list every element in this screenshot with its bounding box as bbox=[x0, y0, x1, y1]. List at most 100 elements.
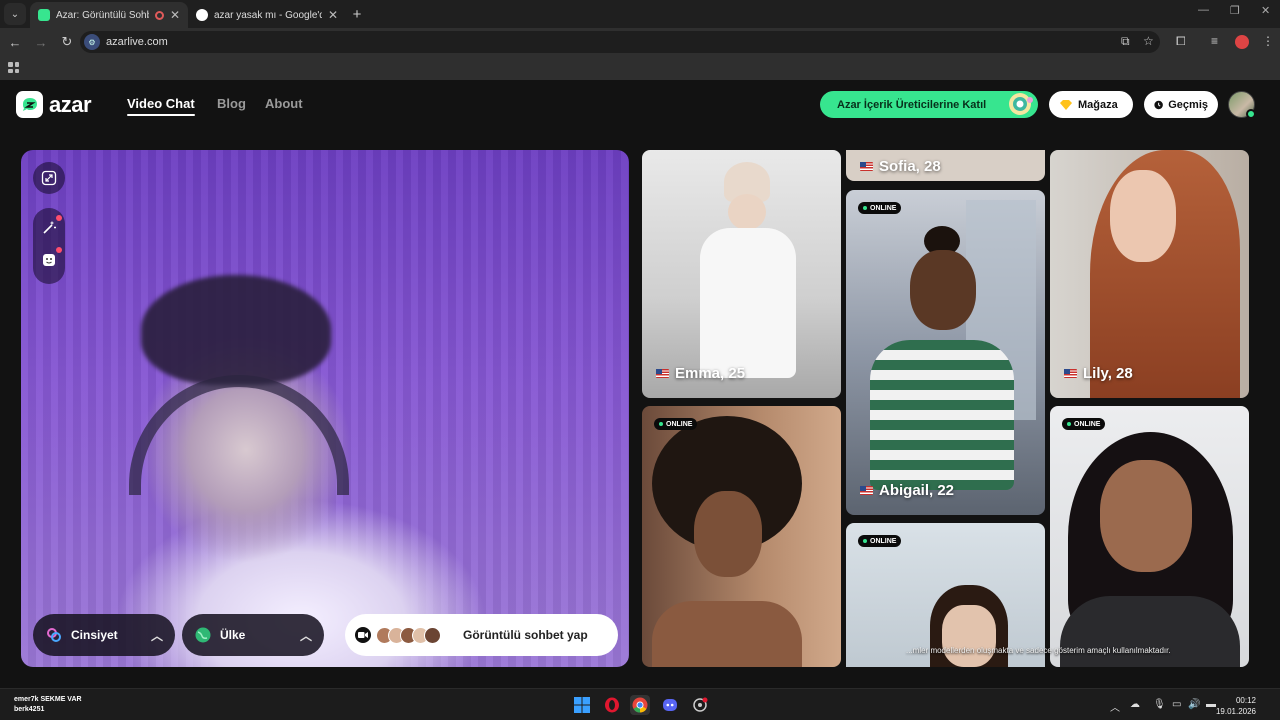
country-filter-button[interactable]: Ülke ︿ bbox=[182, 614, 324, 656]
photo-face bbox=[942, 605, 996, 667]
tab-title: azar yasak mı - Google'da Ara bbox=[214, 9, 322, 21]
profile-card-lily[interactable]: Lily, 28 bbox=[1050, 150, 1249, 398]
creator-join-button[interactable]: Azar İçerik Üreticilerine Katıl bbox=[820, 91, 1038, 118]
magic-wand-icon[interactable] bbox=[33, 212, 65, 244]
chrome-menu-icon[interactable]: ⋮ bbox=[1262, 34, 1274, 48]
close-tab-icon[interactable]: ✕ bbox=[170, 8, 180, 22]
photo-face bbox=[1110, 170, 1176, 262]
matched-faces-preview bbox=[376, 626, 441, 644]
profile-name: Abigail, 22 bbox=[860, 482, 954, 499]
photo-striped-top bbox=[870, 340, 1014, 490]
profile-name: Lily, 28 bbox=[1064, 365, 1133, 382]
clock-icon bbox=[1154, 100, 1163, 109]
start-video-chat-label: Görüntülü sohbet yap bbox=[463, 628, 588, 642]
chrome-icon[interactable] bbox=[630, 695, 650, 715]
online-badge: ONLINE bbox=[1062, 418, 1106, 430]
microphone-icon[interactable]: 🎙 bbox=[1153, 699, 1166, 710]
clock-date: 19.01.2026 bbox=[1215, 707, 1256, 716]
profile-card-emma[interactable]: Emma, 25 bbox=[642, 150, 841, 398]
camera-icon bbox=[355, 627, 371, 643]
nav-video-chat[interactable]: Video Chat bbox=[127, 96, 195, 116]
site-info-icon[interactable]: ⚙ bbox=[84, 34, 100, 50]
battery-icon[interactable]: ▬ bbox=[1206, 699, 1216, 710]
video-person-hair bbox=[141, 275, 331, 385]
omnibox[interactable]: ⚙ azarlive.com bbox=[80, 31, 1160, 53]
profile-card-online-1[interactable]: ONLINE bbox=[642, 406, 841, 667]
photo-shoulders bbox=[652, 601, 802, 667]
azar-logo[interactable]: azar bbox=[16, 91, 92, 118]
bookmarks-bar bbox=[0, 56, 1280, 80]
logo-text: azar bbox=[49, 91, 92, 117]
reload-icon[interactable]: ↻ bbox=[56, 34, 78, 50]
nav-about[interactable]: About bbox=[265, 96, 303, 111]
tab-google-search[interactable]: azar yasak mı - Google'da Ara ✕ bbox=[188, 2, 346, 28]
user-avatar[interactable] bbox=[1228, 91, 1256, 119]
apps-grid-icon[interactable] bbox=[8, 62, 19, 73]
notification-dot bbox=[56, 215, 62, 221]
show-hidden-icons[interactable]: ︿ bbox=[1110, 699, 1120, 714]
close-window-icon[interactable]: ✕ bbox=[1261, 4, 1270, 17]
start-video-chat-button[interactable]: Görüntülü sohbet yap bbox=[345, 614, 618, 656]
profile-name: Sofia, 28 bbox=[860, 158, 941, 175]
url-text: azarlive.com bbox=[106, 36, 168, 48]
discord-icon[interactable] bbox=[660, 695, 680, 715]
us-flag-icon bbox=[860, 486, 873, 495]
profile-name: Emma, 25 bbox=[656, 365, 745, 382]
cast-icon[interactable]: ⧉ bbox=[1121, 34, 1130, 49]
back-icon[interactable]: ← bbox=[4, 35, 26, 50]
us-flag-icon bbox=[656, 369, 669, 378]
bookmark-star-icon[interactable]: ☆ bbox=[1143, 34, 1154, 48]
profile-card-abigail[interactable]: ONLINE Abigail, 22 bbox=[846, 190, 1045, 515]
profile-card-sofia[interactable]: Sofia, 28 bbox=[846, 150, 1045, 181]
online-badge: ONLINE bbox=[858, 535, 902, 547]
minimize-icon[interactable]: — bbox=[1198, 4, 1209, 16]
cloud-icon[interactable]: ☁ bbox=[1130, 699, 1140, 710]
fullscreen-control bbox=[33, 162, 65, 194]
expand-icon[interactable] bbox=[33, 162, 65, 194]
extensions-icon[interactable]: ⧠ bbox=[1176, 34, 1186, 49]
online-badge: ONLINE bbox=[858, 202, 902, 214]
photo-face bbox=[1100, 460, 1192, 572]
address-bar-row: ← → ↻ ⚙ azarlive.com bbox=[0, 28, 1280, 56]
system-clock[interactable]: 00:12 19.01.2026 bbox=[1216, 695, 1256, 717]
browser-tab-bar: ⌄ Azar: Görüntülü Sohbet & Y ✕ azar yasa… bbox=[0, 0, 1280, 28]
app-settings-icon[interactable] bbox=[690, 695, 710, 715]
profile-card-online-3[interactable]: ONLINE bbox=[1050, 406, 1249, 667]
network-icon[interactable]: ▭ bbox=[1172, 699, 1181, 710]
close-tab-icon[interactable]: ✕ bbox=[328, 8, 338, 22]
azar-page: azar Video Chat Blog About Azar İçerik Ü… bbox=[0, 80, 1280, 688]
tab-azar[interactable]: Azar: Görüntülü Sohbet & Y ✕ bbox=[30, 2, 188, 28]
diamond-icon bbox=[1060, 99, 1072, 110]
gender-filter-label: Cinsiyet bbox=[71, 628, 118, 642]
shop-button[interactable]: Mağaza bbox=[1049, 91, 1133, 118]
online-badge: ONLINE bbox=[654, 418, 698, 430]
gender-filter-button[interactable]: Cinsiyet ︿ bbox=[33, 614, 175, 656]
effects-control-group bbox=[33, 208, 65, 284]
new-tab-button[interactable]: + bbox=[346, 3, 368, 25]
forward-icon[interactable]: → bbox=[30, 35, 52, 50]
windows-start-icon[interactable] bbox=[572, 695, 592, 715]
tab-search-button[interactable]: ⌄ bbox=[4, 3, 26, 25]
video-person-headset bbox=[129, 375, 349, 495]
history-button[interactable]: Geçmiş bbox=[1144, 91, 1218, 118]
photo-face bbox=[694, 491, 762, 577]
volume-icon[interactable]: 🔊 bbox=[1188, 699, 1200, 710]
us-flag-icon bbox=[860, 162, 873, 171]
opera-icon[interactable] bbox=[602, 695, 622, 715]
azar-favicon-icon bbox=[38, 9, 50, 21]
google-favicon-icon bbox=[196, 9, 208, 21]
creator-badge-icon bbox=[1009, 93, 1033, 115]
photo-face bbox=[728, 194, 766, 230]
country-filter-label: Ülke bbox=[220, 628, 246, 642]
chevron-up-icon: ︿ bbox=[299, 628, 312, 643]
nav-blog[interactable]: Blog bbox=[217, 96, 246, 111]
maximize-icon[interactable]: ❐ bbox=[1230, 4, 1240, 17]
tab-title: Azar: Görüntülü Sohbet & Y bbox=[56, 9, 149, 21]
profile-icon[interactable] bbox=[1235, 35, 1249, 49]
reading-list-icon[interactable]: ≡ bbox=[1211, 34, 1218, 48]
taskbar-user-widget[interactable]: emer7k SEKME VAR berk4251 bbox=[14, 695, 82, 715]
shop-label: Mağaza bbox=[1078, 98, 1118, 111]
online-status-dot bbox=[1246, 109, 1256, 119]
sticker-face-icon[interactable] bbox=[33, 244, 65, 276]
globe-icon bbox=[195, 627, 211, 643]
